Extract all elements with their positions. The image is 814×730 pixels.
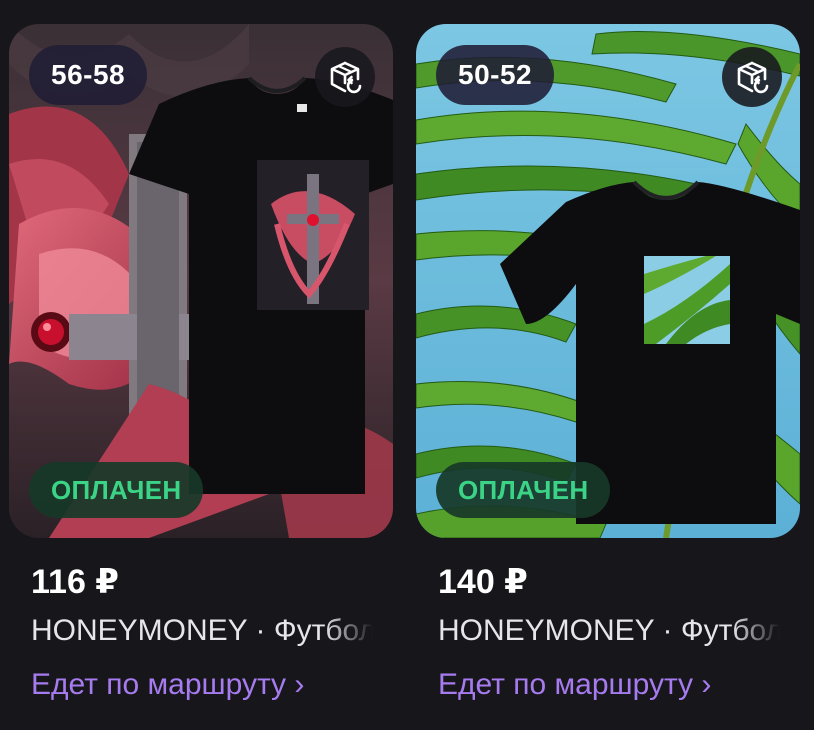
- product-image[interactable]: 56-58 ОПЛАЧЕН: [9, 24, 393, 538]
- box-return-icon: [737, 61, 769, 94]
- box-return-icon: [330, 61, 362, 94]
- product-grid: 56-58 ОПЛАЧЕН 116 ₽ HONEYMONEY · Футболк…: [0, 0, 814, 730]
- size-badge: 56-58: [29, 45, 148, 105]
- return-button[interactable]: [722, 47, 782, 107]
- product-title[interactable]: HONEYMONEY · Футболка: [438, 614, 780, 648]
- return-button[interactable]: [315, 47, 375, 107]
- price: 116 ₽: [31, 563, 119, 601]
- price: 140 ₽: [438, 563, 528, 601]
- product-title[interactable]: HONEYMONEY · Футболка: [31, 614, 373, 648]
- product-card[interactable]: 50-52 ОПЛАЧЕН 140 ₽ HONEYMONEY · Футболк…: [416, 24, 800, 701]
- product-card[interactable]: 56-58 ОПЛАЧЕН 116 ₽ HONEYMONEY · Футболк…: [9, 24, 393, 701]
- delivery-status-link[interactable]: Едет по маршруту ›: [31, 668, 304, 702]
- status-badge-paid: ОПЛАЧЕН: [29, 462, 204, 518]
- size-badge: 50-52: [436, 45, 555, 105]
- delivery-status-link[interactable]: Едет по маршруту ›: [438, 668, 711, 702]
- status-badge-paid: ОПЛАЧЕН: [436, 462, 611, 518]
- product-image[interactable]: 50-52 ОПЛАЧЕН: [416, 24, 800, 538]
